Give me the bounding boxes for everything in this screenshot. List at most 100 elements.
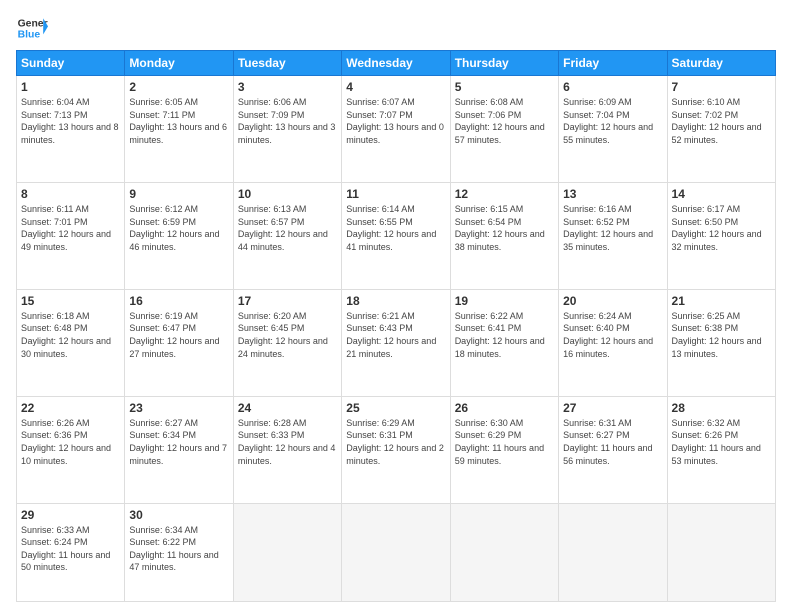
day-number: 13 bbox=[563, 187, 662, 201]
day-info: Sunrise: 6:05 AMSunset: 7:11 PMDaylight:… bbox=[129, 96, 228, 146]
calendar-cell: 7 Sunrise: 6:10 AMSunset: 7:02 PMDaylight… bbox=[667, 76, 775, 183]
day-number: 27 bbox=[563, 401, 662, 415]
day-number: 23 bbox=[129, 401, 228, 415]
calendar-cell: 16 Sunrise: 6:19 AMSunset: 6:47 PMDayligh… bbox=[125, 289, 233, 396]
day-info: Sunrise: 6:10 AMSunset: 7:02 PMDaylight:… bbox=[672, 96, 771, 146]
calendar-cell: 3 Sunrise: 6:06 AMSunset: 7:09 PMDaylight… bbox=[233, 76, 341, 183]
day-number: 21 bbox=[672, 294, 771, 308]
calendar-cell: 13 Sunrise: 6:16 AMSunset: 6:52 PMDayligh… bbox=[559, 182, 667, 289]
day-number: 14 bbox=[672, 187, 771, 201]
calendar-cell: 22 Sunrise: 6:26 AMSunset: 6:36 PMDayligh… bbox=[17, 396, 125, 503]
day-info: Sunrise: 6:22 AMSunset: 6:41 PMDaylight:… bbox=[455, 310, 554, 360]
header-wednesday: Wednesday bbox=[342, 51, 450, 76]
svg-text:Blue: Blue bbox=[18, 30, 41, 41]
calendar-cell: 25 Sunrise: 6:29 AMSunset: 6:31 PMDayligh… bbox=[342, 396, 450, 503]
calendar-cell: 10 Sunrise: 6:13 AMSunset: 6:57 PMDayligh… bbox=[233, 182, 341, 289]
calendar-cell: 21 Sunrise: 6:25 AMSunset: 6:38 PMDayligh… bbox=[667, 289, 775, 396]
day-number: 18 bbox=[346, 294, 445, 308]
calendar-week-row: 15Sunrise: 6:18 AMSunset: 6:48 PMDayligh… bbox=[17, 289, 776, 396]
day-number: 5 bbox=[455, 80, 554, 94]
calendar-cell: 26Sunrise: 6:30 AMSunset: 6:29 PMDayligh… bbox=[450, 396, 558, 503]
calendar-cell bbox=[342, 503, 450, 601]
day-info: Sunrise: 6:08 AMSunset: 7:06 PMDaylight:… bbox=[455, 96, 554, 146]
day-info: Sunrise: 6:19 AMSunset: 6:47 PMDaylight:… bbox=[129, 310, 228, 360]
day-number: 4 bbox=[346, 80, 445, 94]
day-info: Sunrise: 6:04 AMSunset: 7:13 PMDaylight:… bbox=[21, 96, 120, 146]
calendar-cell: 24 Sunrise: 6:28 AMSunset: 6:33 PMDayligh… bbox=[233, 396, 341, 503]
day-info: Sunrise: 6:09 AMSunset: 7:04 PMDaylight:… bbox=[563, 96, 662, 146]
day-info: Sunrise: 6:33 AMSunset: 6:24 PMDaylight:… bbox=[21, 524, 120, 574]
calendar-cell: 18Sunrise: 6:21 AMSunset: 6:43 PMDayligh… bbox=[342, 289, 450, 396]
calendar-week-row: 22 Sunrise: 6:26 AMSunset: 6:36 PMDayligh… bbox=[17, 396, 776, 503]
day-info: Sunrise: 6:07 AMSunset: 7:07 PMDaylight:… bbox=[346, 96, 445, 146]
day-info: Sunrise: 6:24 AMSunset: 6:40 PMDaylight:… bbox=[563, 310, 662, 360]
day-info: Sunrise: 6:16 AMSunset: 6:52 PMDaylight:… bbox=[563, 203, 662, 253]
day-number: 3 bbox=[238, 80, 337, 94]
day-number: 10 bbox=[238, 187, 337, 201]
calendar-cell: 12 Sunrise: 6:15 AMSunset: 6:54 PMDayligh… bbox=[450, 182, 558, 289]
calendar-cell: 30 Sunrise: 6:34 AMSunset: 6:22 PMDayligh… bbox=[125, 503, 233, 601]
calendar-week-row: 8 Sunrise: 6:11 AMSunset: 7:01 PMDaylight… bbox=[17, 182, 776, 289]
page-header: General Blue bbox=[16, 12, 776, 44]
calendar-cell bbox=[233, 503, 341, 601]
day-number: 9 bbox=[129, 187, 228, 201]
day-number: 29 bbox=[21, 508, 120, 522]
day-number: 8 bbox=[21, 187, 120, 201]
day-info: Sunrise: 6:17 AMSunset: 6:50 PMDaylight:… bbox=[672, 203, 771, 253]
day-number: 30 bbox=[129, 508, 228, 522]
day-number: 24 bbox=[238, 401, 337, 415]
calendar-cell: 29 Sunrise: 6:33 AMSunset: 6:24 PMDayligh… bbox=[17, 503, 125, 601]
day-info: Sunrise: 6:11 AMSunset: 7:01 PMDaylight:… bbox=[21, 203, 120, 253]
calendar-cell: 8 Sunrise: 6:11 AMSunset: 7:01 PMDaylight… bbox=[17, 182, 125, 289]
day-info: Sunrise: 6:27 AMSunset: 6:34 PMDaylight:… bbox=[129, 417, 228, 467]
day-info: Sunrise: 6:34 AMSunset: 6:22 PMDaylight:… bbox=[129, 524, 228, 574]
day-info: Sunrise: 6:29 AMSunset: 6:31 PMDaylight:… bbox=[346, 417, 445, 467]
day-info: Sunrise: 6:26 AMSunset: 6:36 PMDaylight:… bbox=[21, 417, 120, 467]
calendar-cell: 6Sunrise: 6:09 AMSunset: 7:04 PMDaylight… bbox=[559, 76, 667, 183]
header-thursday: Thursday bbox=[450, 51, 558, 76]
header-friday: Friday bbox=[559, 51, 667, 76]
calendar-table: SundayMondayTuesdayWednesdayThursdayFrid… bbox=[16, 50, 776, 602]
calendar-cell: 9 Sunrise: 6:12 AMSunset: 6:59 PMDaylight… bbox=[125, 182, 233, 289]
calendar-cell bbox=[450, 503, 558, 601]
day-info: Sunrise: 6:20 AMSunset: 6:45 PMDaylight:… bbox=[238, 310, 337, 360]
logo-icon: General Blue bbox=[16, 12, 48, 44]
day-info: Sunrise: 6:30 AMSunset: 6:29 PMDaylight:… bbox=[455, 417, 554, 467]
day-info: Sunrise: 6:31 AMSunset: 6:27 PMDaylight:… bbox=[563, 417, 662, 467]
calendar-header-row: SundayMondayTuesdayWednesdayThursdayFrid… bbox=[17, 51, 776, 76]
calendar-week-row: 1 Sunrise: 6:04 AMSunset: 7:13 PMDaylight… bbox=[17, 76, 776, 183]
day-number: 16 bbox=[129, 294, 228, 308]
day-number: 17 bbox=[238, 294, 337, 308]
day-number: 20 bbox=[563, 294, 662, 308]
day-number: 11 bbox=[346, 187, 445, 201]
header-saturday: Saturday bbox=[667, 51, 775, 76]
calendar-cell bbox=[559, 503, 667, 601]
day-info: Sunrise: 6:28 AMSunset: 6:33 PMDaylight:… bbox=[238, 417, 337, 467]
day-info: Sunrise: 6:13 AMSunset: 6:57 PMDaylight:… bbox=[238, 203, 337, 253]
calendar-cell: 15Sunrise: 6:18 AMSunset: 6:48 PMDayligh… bbox=[17, 289, 125, 396]
day-number: 25 bbox=[346, 401, 445, 415]
calendar-cell: 2 Sunrise: 6:05 AMSunset: 7:11 PMDaylight… bbox=[125, 76, 233, 183]
calendar-cell: 4 Sunrise: 6:07 AMSunset: 7:07 PMDaylight… bbox=[342, 76, 450, 183]
header-tuesday: Tuesday bbox=[233, 51, 341, 76]
day-number: 15 bbox=[21, 294, 120, 308]
day-info: Sunrise: 6:14 AMSunset: 6:55 PMDaylight:… bbox=[346, 203, 445, 253]
calendar-cell: 27 Sunrise: 6:31 AMSunset: 6:27 PMDayligh… bbox=[559, 396, 667, 503]
calendar-cell: 14 Sunrise: 6:17 AMSunset: 6:50 PMDayligh… bbox=[667, 182, 775, 289]
day-number: 1 bbox=[21, 80, 120, 94]
day-info: Sunrise: 6:06 AMSunset: 7:09 PMDaylight:… bbox=[238, 96, 337, 146]
header-monday: Monday bbox=[125, 51, 233, 76]
day-number: 12 bbox=[455, 187, 554, 201]
calendar-week-row: 29 Sunrise: 6:33 AMSunset: 6:24 PMDayligh… bbox=[17, 503, 776, 601]
day-number: 22 bbox=[21, 401, 120, 415]
calendar-cell bbox=[667, 503, 775, 601]
day-info: Sunrise: 6:25 AMSunset: 6:38 PMDaylight:… bbox=[672, 310, 771, 360]
header-sunday: Sunday bbox=[17, 51, 125, 76]
calendar-cell: 1 Sunrise: 6:04 AMSunset: 7:13 PMDaylight… bbox=[17, 76, 125, 183]
day-info: Sunrise: 6:12 AMSunset: 6:59 PMDaylight:… bbox=[129, 203, 228, 253]
day-number: 7 bbox=[672, 80, 771, 94]
calendar-cell: 19Sunrise: 6:22 AMSunset: 6:41 PMDayligh… bbox=[450, 289, 558, 396]
calendar-cell: 5 Sunrise: 6:08 AMSunset: 7:06 PMDaylight… bbox=[450, 76, 558, 183]
day-number: 2 bbox=[129, 80, 228, 94]
day-info: Sunrise: 6:15 AMSunset: 6:54 PMDaylight:… bbox=[455, 203, 554, 253]
